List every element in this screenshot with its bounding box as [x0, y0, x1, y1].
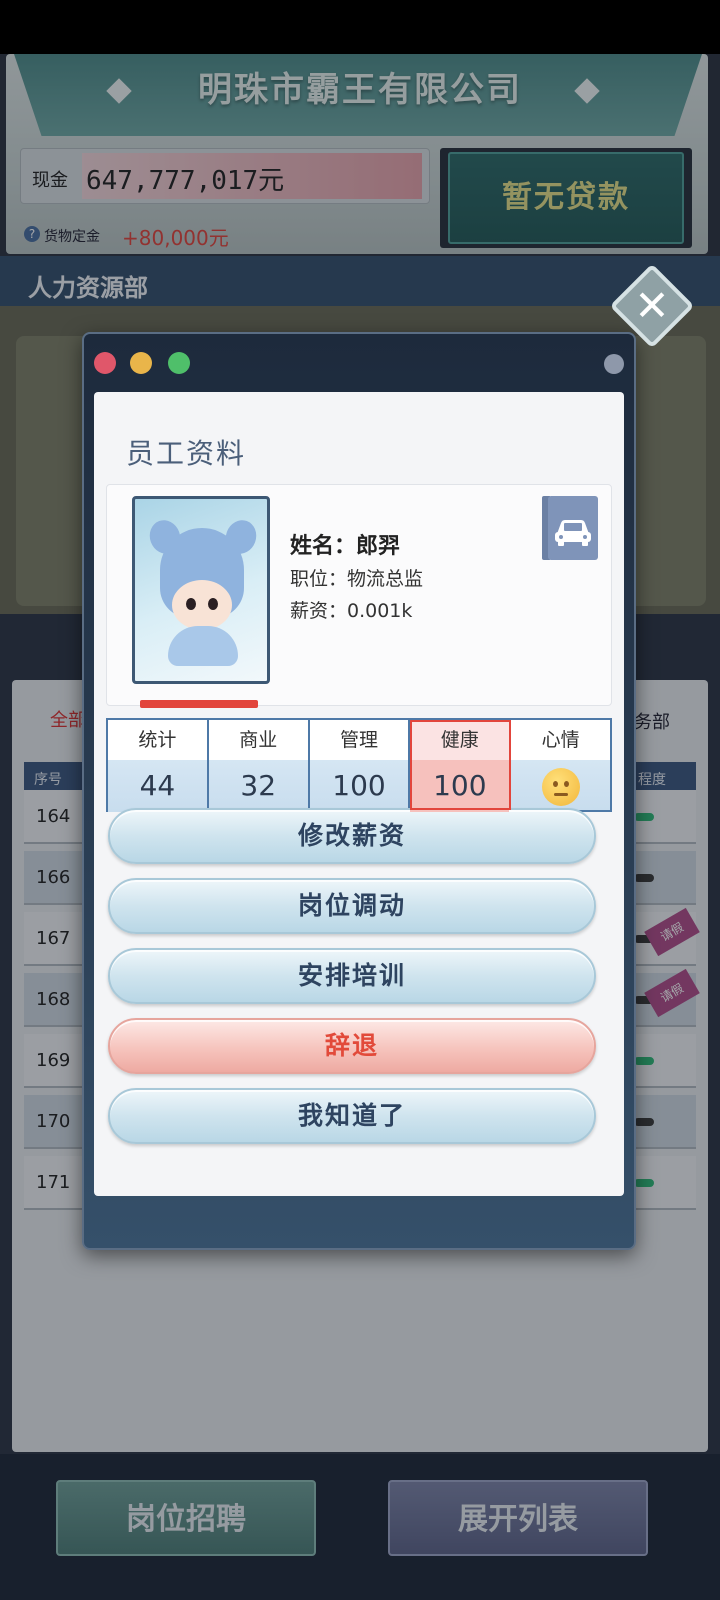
stat-label: 管理 — [309, 720, 409, 760]
stat-management: 管理 100 — [309, 720, 411, 812]
stat-business: 商业 32 — [208, 720, 310, 812]
stat-label: 统计 — [108, 720, 207, 760]
employee-salary: 薪资：0.001k — [290, 600, 413, 622]
window-dot-yellow — [130, 352, 152, 374]
training-button[interactable]: 安排培训 — [108, 948, 596, 1004]
employee-position: 职位：物流总监 — [290, 568, 424, 590]
avatar-face — [172, 580, 232, 630]
window-dot-red — [94, 352, 116, 374]
close-icon[interactable]: ✕ — [618, 282, 686, 330]
stat-label: 心情 — [511, 720, 610, 760]
stat-mood-cell — [511, 760, 610, 810]
change-salary-button[interactable]: 修改薪资 — [108, 808, 596, 864]
stat-mood: 心情 — [511, 720, 610, 810]
neutral-face-icon — [541, 768, 580, 806]
acknowledge-button[interactable]: 我知道了 — [108, 1088, 596, 1144]
employee-name: 姓名：郎羿 — [290, 534, 401, 559]
dismiss-button[interactable]: 辞退 — [108, 1018, 596, 1074]
window-dot-green — [168, 352, 190, 374]
transfer-button[interactable]: 岗位调动 — [108, 878, 596, 934]
stats-table: 统计 44 商业 32 管理 100 健康 100 心情 — [106, 718, 612, 812]
car-icon[interactable] — [548, 496, 598, 560]
stat-value: 100 — [410, 760, 510, 812]
stat-health: 健康 100 — [410, 720, 512, 812]
avatar-underline — [140, 700, 258, 708]
stat-value: 44 — [108, 760, 207, 812]
avatar-eye — [186, 598, 196, 610]
modal-title: 员工资料 — [126, 437, 247, 470]
stat-label: 健康 — [410, 720, 510, 760]
stat-label: 商业 — [208, 720, 308, 760]
stat-value: 32 — [208, 760, 308, 812]
status-bar — [0, 0, 720, 54]
stat-value: 100 — [309, 760, 409, 812]
avatar-eye — [208, 598, 218, 610]
stat-statistics: 统计 44 — [108, 720, 209, 812]
window-dot-grey — [604, 354, 624, 374]
